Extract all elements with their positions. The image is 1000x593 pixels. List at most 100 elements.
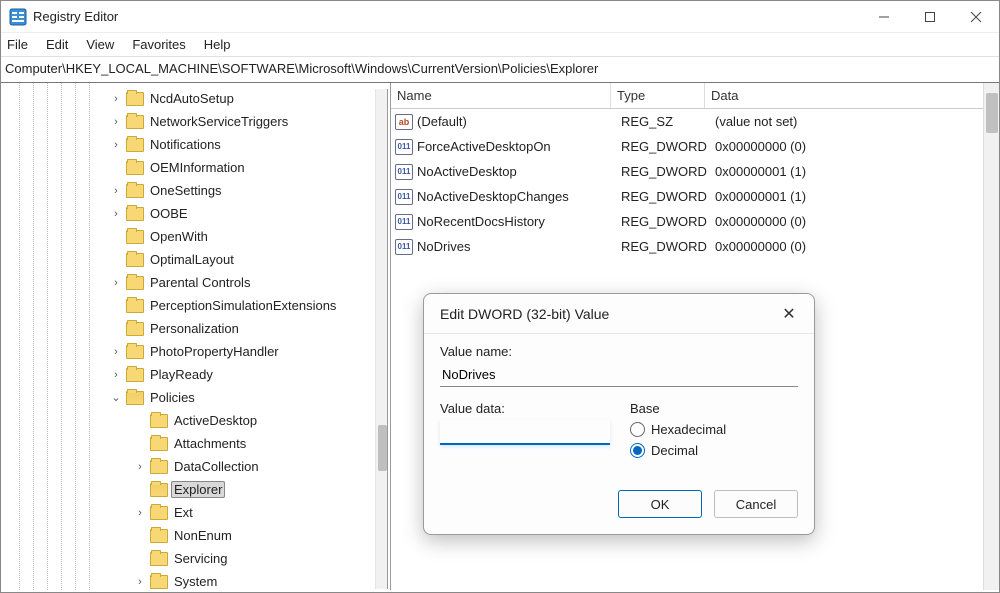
chevron-right-icon[interactable]: › — [133, 461, 147, 473]
tree-item[interactable]: ›Notifications — [109, 133, 390, 156]
tree-item-label: PlayReady — [147, 366, 216, 383]
tree-item-label: NonEnum — [171, 527, 235, 544]
tree-item[interactable]: ›NcdAutoSetup — [109, 87, 390, 110]
value-data: (value not set) — [709, 114, 999, 129]
chevron-right-icon[interactable]: › — [109, 185, 123, 197]
dialog-close-button[interactable]: ✕ — [776, 304, 802, 324]
list-scrollbar[interactable] — [983, 83, 999, 590]
list-item[interactable]: 011NoActiveDesktopChangesREG_DWORD0x0000… — [391, 184, 999, 209]
column-name[interactable]: Name — [391, 83, 611, 108]
chevron-right-icon[interactable]: › — [109, 116, 123, 128]
tree-item[interactable]: › PhotoPropertyHandler — [109, 340, 390, 363]
value-type: REG_DWORD — [615, 214, 709, 229]
value-data: 0x00000001 (1) — [709, 189, 999, 204]
tree-item[interactable]: ›PerceptionSimulationExtensions — [109, 294, 390, 317]
close-button[interactable] — [953, 1, 999, 32]
menu-favorites[interactable]: Favorites — [132, 37, 185, 52]
menu-help[interactable]: Help — [204, 37, 231, 52]
folder-icon — [126, 115, 144, 129]
folder-icon — [126, 207, 144, 221]
base-label: Base — [630, 401, 726, 416]
string-value-icon: ab — [395, 114, 413, 130]
folder-icon — [126, 368, 144, 382]
value-name: NoActiveDesktop — [417, 164, 615, 179]
tree-item-label: PhotoPropertyHandler — [147, 343, 282, 360]
value-data: 0x00000000 (0) — [709, 239, 999, 254]
titlebar: Registry Editor — [1, 1, 999, 33]
chevron-right-icon[interactable]: › — [109, 277, 123, 289]
folder-icon — [126, 299, 144, 313]
list-item[interactable]: 011NoDrivesREG_DWORD0x00000000 (0) — [391, 234, 999, 259]
tree-item-label: Parental Controls — [147, 274, 253, 291]
tree-item[interactable]: ›OpenWith — [109, 225, 390, 248]
value-name-label: Value name: — [440, 344, 798, 359]
value-data: 0x00000001 (1) — [709, 164, 999, 179]
radio-hexadecimal[interactable]: Hexadecimal — [630, 422, 726, 437]
tree-item[interactable]: ›System — [133, 570, 390, 590]
list-item[interactable]: ab(Default)REG_SZ(value not set) — [391, 109, 999, 134]
value-data-label: Value data: — [440, 401, 610, 416]
value-data: 0x00000000 (0) — [709, 139, 999, 154]
folder-icon — [126, 322, 144, 336]
folder-icon — [126, 253, 144, 267]
chevron-right-icon[interactable]: › — [133, 507, 147, 519]
tree-item[interactable]: ⌄Policies — [109, 386, 390, 409]
value-data-input[interactable] — [440, 420, 610, 445]
tree-item[interactable]: ›Servicing — [133, 547, 390, 570]
menu-view[interactable]: View — [86, 37, 114, 52]
tree-item[interactable]: › Parental Controls — [109, 271, 390, 294]
chevron-right-icon[interactable]: › — [109, 139, 123, 151]
folder-icon — [150, 506, 168, 520]
menu-file[interactable]: File — [7, 37, 28, 52]
list-item[interactable]: 011NoRecentDocsHistoryREG_DWORD0x0000000… — [391, 209, 999, 234]
tree-item[interactable]: ›Ext — [133, 501, 390, 524]
maximize-button[interactable] — [907, 1, 953, 32]
value-name-input[interactable] — [440, 363, 798, 387]
tree-item[interactable]: ›NetworkServiceTriggers — [109, 110, 390, 133]
radio-decimal[interactable]: Decimal — [630, 443, 726, 458]
tree-item[interactable]: ›Explorer — [133, 478, 390, 501]
folder-icon — [126, 92, 144, 106]
tree-item[interactable]: ›Personalization — [109, 317, 390, 340]
cancel-button[interactable]: Cancel — [714, 490, 798, 518]
list-item[interactable]: 011ForceActiveDesktopOnREG_DWORD0x000000… — [391, 134, 999, 159]
tree-item-label: ActiveDesktop — [171, 412, 260, 429]
menu-edit[interactable]: Edit — [46, 37, 68, 52]
tree-pane: ›NcdAutoSetup›NetworkServiceTriggers›Not… — [1, 83, 391, 590]
dword-value-icon: 011 — [395, 164, 413, 180]
radio-icon — [630, 443, 645, 458]
folder-icon — [126, 345, 144, 359]
chevron-down-icon[interactable]: ⌄ — [109, 391, 123, 404]
tree-item[interactable]: ›OEMInformation — [109, 156, 390, 179]
tree-item-label: Attachments — [171, 435, 249, 452]
list-item[interactable]: 011NoActiveDesktopREG_DWORD0x00000001 (1… — [391, 159, 999, 184]
chevron-right-icon[interactable]: › — [109, 346, 123, 358]
tree-item[interactable]: ›OneSettings — [109, 179, 390, 202]
address-bar[interactable]: Computer\HKEY_LOCAL_MACHINE\SOFTWARE\Mic… — [1, 57, 999, 83]
column-data[interactable]: Data — [705, 83, 999, 108]
tree-item[interactable]: ›Attachments — [133, 432, 390, 455]
chevron-right-icon[interactable]: › — [109, 93, 123, 105]
chevron-right-icon[interactable]: › — [109, 208, 123, 220]
tree-item[interactable]: ›OOBE — [109, 202, 390, 225]
tree-item[interactable]: ›OptimalLayout — [109, 248, 390, 271]
tree-item[interactable]: › PlayReady — [109, 363, 390, 386]
tree-item[interactable]: ›NonEnum — [133, 524, 390, 547]
tree-item-label: DataCollection — [171, 458, 262, 475]
folder-icon — [150, 483, 168, 497]
tree-item-label: OpenWith — [147, 228, 211, 245]
value-name: ForceActiveDesktopOn — [417, 139, 615, 154]
folder-icon — [150, 552, 168, 566]
tree-scrollbar[interactable] — [375, 89, 388, 589]
tree-item-label: OptimalLayout — [147, 251, 237, 268]
tree-item-label: PerceptionSimulationExtensions — [147, 297, 339, 314]
tree-item[interactable]: ›ActiveDesktop — [133, 409, 390, 432]
edit-dword-dialog: Edit DWORD (32-bit) Value ✕ Value name: … — [423, 293, 815, 535]
value-name: (Default) — [417, 114, 615, 129]
chevron-right-icon[interactable]: › — [133, 576, 147, 588]
chevron-right-icon[interactable]: › — [109, 369, 123, 381]
ok-button[interactable]: OK — [618, 490, 702, 518]
column-type[interactable]: Type — [611, 83, 705, 108]
tree-item[interactable]: › DataCollection — [133, 455, 390, 478]
minimize-button[interactable] — [861, 1, 907, 32]
